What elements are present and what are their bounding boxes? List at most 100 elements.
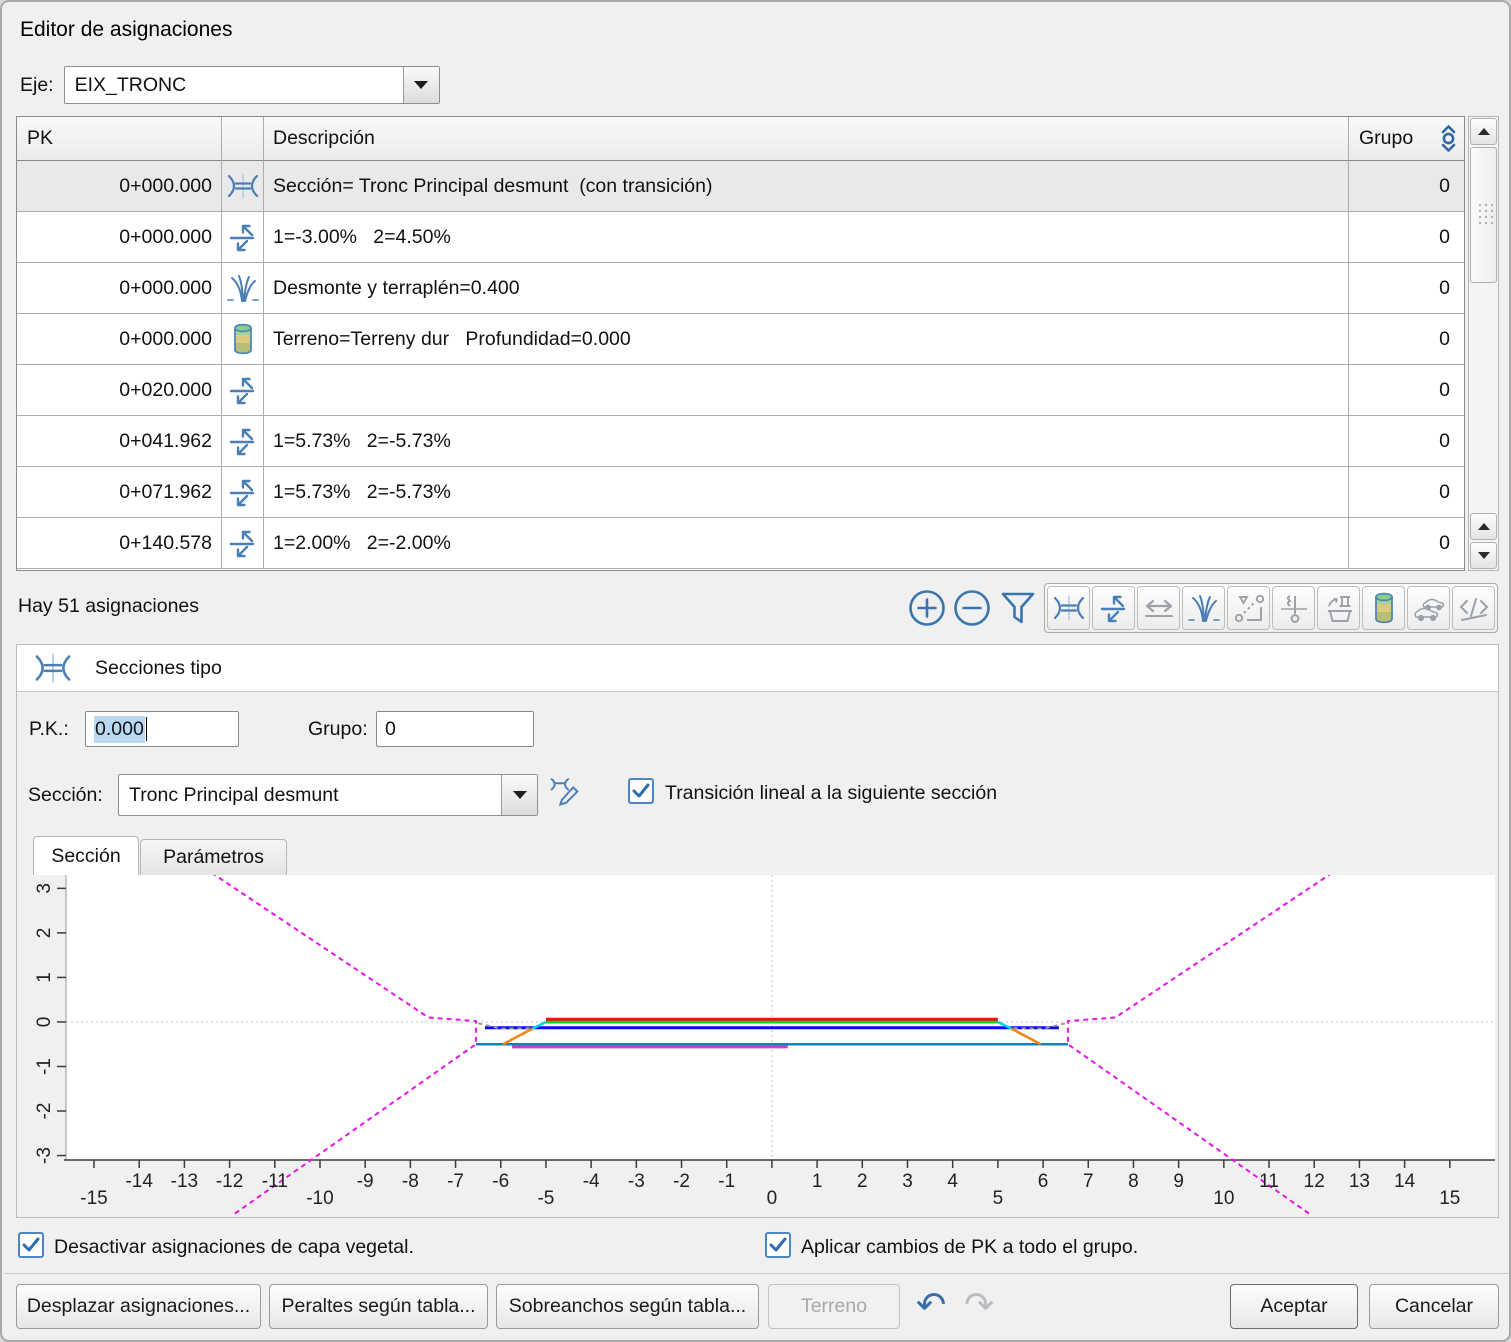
secciones-tipo-label: Secciones tipo	[95, 657, 222, 680]
svg-text:5: 5	[993, 1188, 1004, 1209]
svg-text:9: 9	[1173, 1171, 1184, 1192]
svg-text:-4: -4	[583, 1171, 600, 1192]
slope-icon	[229, 477, 257, 508]
transicion-checkbox-label: Transición lineal a la siguiente sección	[665, 782, 997, 805]
table-row[interactable]: 0+000.000 1=-3.00% 2=4.50% 0	[17, 212, 1464, 263]
redo-icon: ↷	[964, 1286, 994, 1326]
undo-icon[interactable]: ↶	[916, 1286, 946, 1326]
pk-input-selected-text: 0.000	[94, 716, 145, 743]
svg-text:6: 6	[1038, 1171, 1049, 1192]
points-icon	[1234, 593, 1264, 623]
eje-value: EIX_TRONC	[65, 67, 403, 103]
aceptar-button[interactable]: Aceptar	[1230, 1284, 1358, 1329]
assignments-table: PK Descripción Grupo 0+000.000 Sección= …	[16, 116, 1465, 571]
pk-input[interactable]: 0.000	[85, 711, 239, 747]
eje-combobox[interactable]: EIX_TRONC	[64, 66, 440, 104]
toolbar-puntos-button[interactable]	[1227, 586, 1270, 630]
aplicar-pk-grupo-checkbox-label: Aplicar cambios de PK a todo el grupo.	[801, 1236, 1138, 1259]
toolbar-peraltes-button[interactable]	[1092, 586, 1135, 630]
checkmark-icon	[632, 783, 650, 799]
toolbar-secciones-tipo-button[interactable]	[1047, 586, 1090, 630]
toolbar-terreno-button[interactable]	[1362, 586, 1405, 630]
svg-text:-6: -6	[492, 1171, 509, 1192]
peraltes-segun-tabla-button[interactable]: Peraltes según tabla...	[269, 1284, 488, 1329]
table-row[interactable]: 0+140.578 1=2.00% 2=-2.00% 0	[17, 518, 1464, 569]
combo-dropdown-arrow-icon[interactable]	[403, 67, 439, 103]
checkmark-icon	[22, 1237, 40, 1253]
editor-de-asignaciones-dialog: Editor de asignaciones Eje: EIX_TRONC PK…	[0, 0, 1511, 1342]
svg-text:-1: -1	[718, 1171, 735, 1192]
tab-seccion[interactable]: Sección	[33, 836, 139, 875]
svg-text:-7: -7	[447, 1171, 464, 1192]
svg-text:1: 1	[812, 1171, 823, 1192]
tab-parametros[interactable]: Parámetros	[140, 839, 287, 875]
table-row[interactable]: 0+000.000 Terreno=Terreny dur Profundida…	[17, 314, 1464, 365]
section-icon	[1052, 595, 1086, 621]
svg-text:1: 1	[34, 972, 55, 983]
add-circle-icon[interactable]	[908, 589, 946, 627]
eje-row: Eje: EIX_TRONC	[20, 66, 440, 104]
eje-label: Eje:	[20, 74, 54, 97]
assignment-count-status: Hay 51 asignaciones	[18, 595, 199, 618]
checkmark-icon	[769, 1237, 787, 1253]
scroll-up-button[interactable]	[1470, 118, 1497, 145]
seccion-value: Tronc Principal desmunt	[119, 775, 501, 815]
ditch-icon	[1278, 593, 1310, 623]
traffic-icon	[1412, 594, 1446, 622]
filter-icon[interactable]	[1000, 591, 1036, 625]
svg-text:3: 3	[902, 1171, 913, 1192]
capa-vegetal-checkbox-label: Desactivar asignaciones de capa vegetal.	[54, 1236, 414, 1259]
scrollbar-thumb[interactable]	[1470, 147, 1497, 283]
toolbar-seccion-variable-button[interactable]	[1452, 586, 1495, 630]
header-grupo[interactable]: Grupo	[1349, 117, 1464, 161]
table-row[interactable]: 0+000.000 Sección= Tronc Principal desmu…	[17, 161, 1464, 212]
toolbar-anchos-button[interactable]	[1137, 586, 1180, 630]
terreno-button: Terreno	[768, 1284, 900, 1329]
pk-label: P.K.:	[29, 718, 69, 741]
toolbar-tierra-vegetal-button[interactable]	[1317, 586, 1360, 630]
header-pk[interactable]: PK	[17, 117, 222, 161]
combo-dropdown-arrow-icon[interactable]	[501, 775, 537, 815]
table-scrollbar[interactable]	[1468, 116, 1499, 571]
header-descripcion[interactable]: Descripción	[264, 117, 1349, 161]
svg-text:-5: -5	[537, 1188, 554, 1209]
grupo-input[interactable]: 0	[376, 711, 534, 747]
svg-text:14: 14	[1394, 1171, 1416, 1192]
sobreanchos-segun-tabla-button[interactable]: Sobreanchos según tabla...	[496, 1284, 759, 1329]
toolbar-desmonte-terraplen-button[interactable]	[1182, 586, 1225, 630]
svg-text:-8: -8	[402, 1171, 419, 1192]
scroll-down-button[interactable]	[1470, 542, 1497, 569]
dialog-title: Editor de asignaciones	[20, 18, 232, 42]
table-row[interactable]: 0+000.000 Desmonte y terraplén=0.400 0	[17, 263, 1464, 314]
secciones-tipo-header: Secciones tipo	[17, 645, 1498, 692]
svg-text:-15: -15	[80, 1188, 107, 1209]
cylinder-icon	[231, 323, 255, 355]
section-icon	[33, 653, 73, 683]
footer-separator	[4, 1273, 1511, 1274]
cancelar-button[interactable]: Cancelar	[1369, 1284, 1499, 1329]
header-icon-column[interactable]	[222, 117, 264, 161]
svg-text:15: 15	[1439, 1188, 1460, 1209]
text-caret	[146, 717, 148, 741]
capa-vegetal-checkbox[interactable]	[18, 1232, 44, 1258]
slope-icon	[1100, 593, 1128, 624]
svg-text:2: 2	[857, 1171, 868, 1192]
svg-text:10: 10	[1213, 1188, 1234, 1209]
sort-icon[interactable]	[1439, 124, 1458, 153]
toolbar-trafico-button[interactable]	[1407, 586, 1450, 630]
svg-text:2: 2	[34, 928, 55, 939]
aplicar-pk-grupo-checkbox[interactable]	[765, 1232, 791, 1258]
remove-circle-icon[interactable]	[953, 589, 991, 627]
seccion-combobox[interactable]: Tronc Principal desmunt	[118, 774, 538, 816]
desplazar-asignaciones-button[interactable]: Desplazar asignaciones...	[16, 1284, 261, 1329]
scroll-up-button-bottom[interactable]	[1470, 513, 1497, 540]
toolbar-cunetas-button[interactable]	[1272, 586, 1315, 630]
width-icon	[1143, 595, 1175, 621]
transicion-checkbox[interactable]	[628, 778, 654, 804]
slope-icon	[229, 528, 257, 559]
edit-section-icon[interactable]	[548, 775, 582, 807]
table-row[interactable]: 0+020.000 0	[17, 365, 1464, 416]
table-row[interactable]: 0+041.962 1=5.73% 2=-5.73% 0	[17, 416, 1464, 467]
variable-section-icon	[1458, 594, 1490, 623]
table-row[interactable]: 0+071.962 1=5.73% 2=-5.73% 0	[17, 467, 1464, 518]
